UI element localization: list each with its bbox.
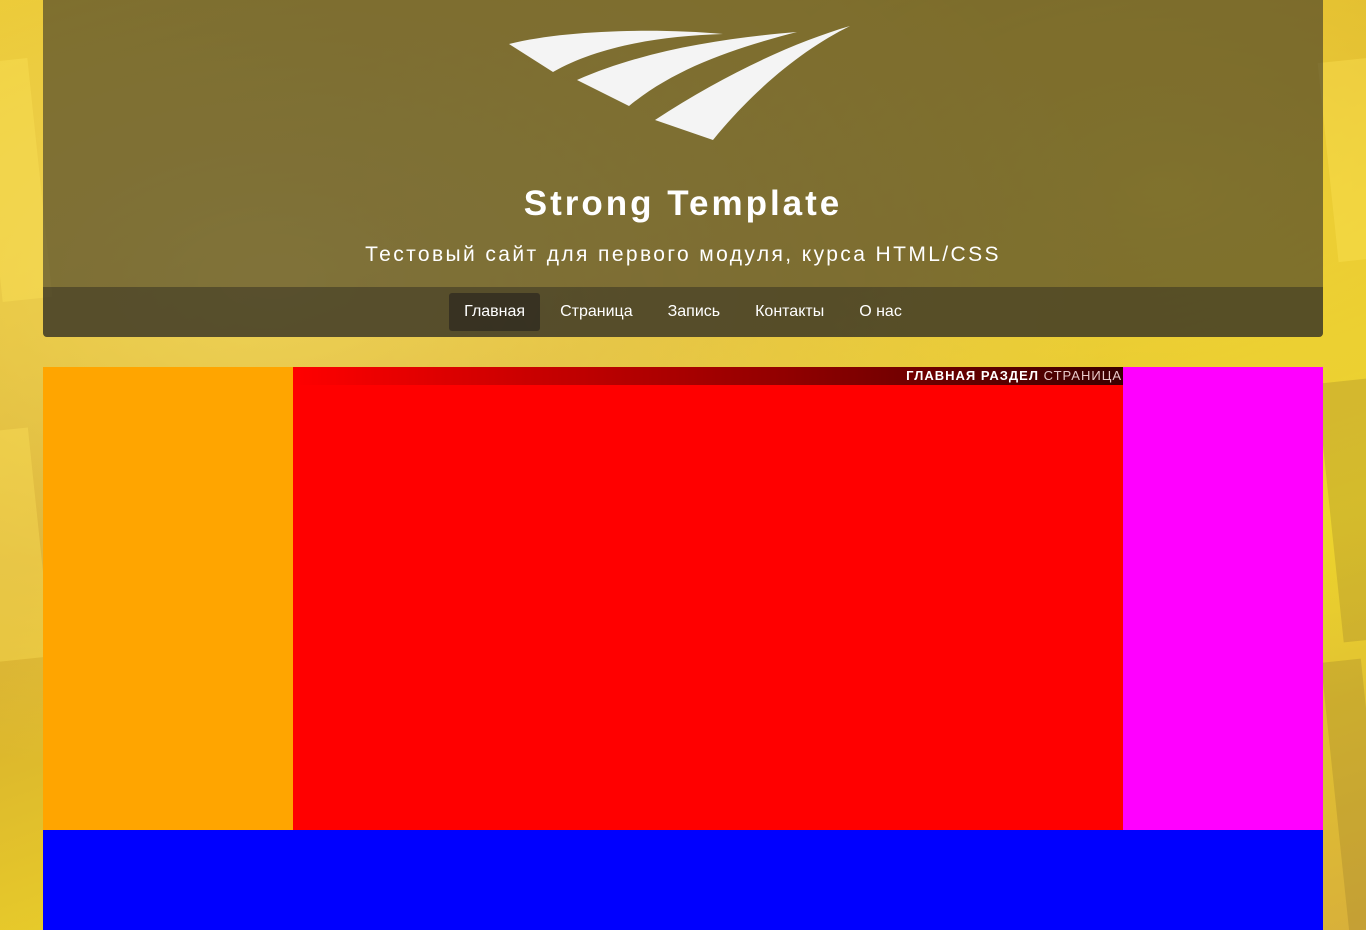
site-footer bbox=[43, 830, 1323, 930]
breadcrumb-link-section[interactable]: РАЗДЕЛ bbox=[981, 368, 1039, 383]
content-area: ГЛАВНАЯ РАЗДЕЛ СТРАНИЦА bbox=[43, 367, 1323, 830]
site-title: Strong Template bbox=[523, 184, 843, 223]
main-column: ГЛАВНАЯ РАЗДЕЛ СТРАНИЦА bbox=[293, 367, 1123, 830]
nav-item-home[interactable]: Главная bbox=[449, 293, 541, 331]
left-sidebar bbox=[43, 367, 293, 830]
nav-item-page[interactable]: Страница bbox=[545, 293, 648, 331]
nav-item-contacts[interactable]: Контакты bbox=[740, 293, 839, 331]
main-navigation: Главная Страница Запись Контакты О нас bbox=[43, 287, 1323, 337]
site-subtitle: Тестовый сайт для первого модуля, курса … bbox=[365, 243, 1001, 266]
breadcrumb-link-home[interactable]: ГЛАВНАЯ bbox=[906, 368, 976, 383]
nav-item-post[interactable]: Запись bbox=[653, 293, 736, 331]
breadcrumb: ГЛАВНАЯ РАЗДЕЛ СТРАНИЦА bbox=[293, 367, 1123, 385]
nav-item-about[interactable]: О нас bbox=[844, 293, 917, 331]
right-sidebar bbox=[1123, 367, 1323, 830]
breadcrumb-current-page: СТРАНИЦА bbox=[1043, 368, 1122, 383]
speed-stripes-logo-icon[interactable] bbox=[505, 22, 855, 144]
site-header: Strong Template Тестовый сайт для первог… bbox=[43, 0, 1323, 337]
